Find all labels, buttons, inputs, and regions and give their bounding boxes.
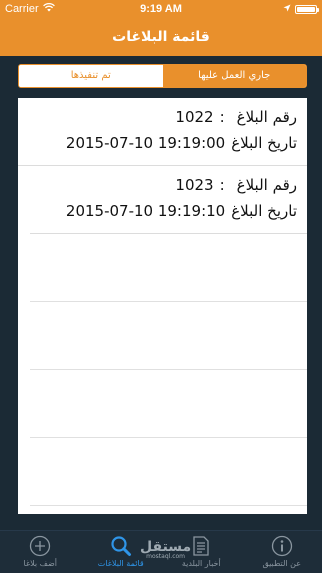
report-number: 1023 xyxy=(175,176,213,194)
watermark-main: مستقل xyxy=(140,540,191,554)
report-date-line: تاريخ البلاغ 2015-07-10 19:19:10 xyxy=(30,198,307,224)
status-segmented-control: تم تنفيذها جاري العمل عليها xyxy=(18,64,307,88)
report-row[interactable]: رقم البلاغ:1022 تاريخ البلاغ 2015-07-10 1… xyxy=(18,98,307,166)
battery-icon xyxy=(295,5,317,14)
report-number-line: رقم البلاغ:1023 xyxy=(30,166,307,198)
report-number-label: رقم البلاغ xyxy=(237,176,297,194)
tab-label: عن التطبيق xyxy=(262,559,301,568)
status-right xyxy=(283,3,317,15)
plus-circle-icon xyxy=(29,535,51,557)
segment-in-progress[interactable]: جاري العمل عليها xyxy=(163,65,307,87)
tab-label: قائمة البلاغات xyxy=(98,559,144,568)
report-date-line: تاريخ البلاغ 2015-07-10 19:19:00 xyxy=(30,130,307,156)
report-number-separator: : xyxy=(220,176,225,194)
page-title: قائمة البلاغات xyxy=(112,29,210,45)
tab-about-app[interactable]: عن التطبيق xyxy=(242,531,322,573)
empty-row xyxy=(30,302,307,370)
search-icon xyxy=(110,535,132,557)
report-date-label: تاريخ البلاغ xyxy=(231,202,297,220)
tab-add-report[interactable]: أضف بلاغا xyxy=(0,531,81,573)
report-number: 1022 xyxy=(175,108,213,126)
report-number-separator: : xyxy=(220,108,225,126)
reports-list: رقم البلاغ:1022 تاريخ البلاغ2015-07-10 1… xyxy=(18,98,307,514)
report-date: 2015-07-10 19:19:00 xyxy=(66,134,225,152)
empty-row xyxy=(30,234,307,302)
document-icon xyxy=(190,535,212,557)
report-number-line: رقم البلاغ:1022 xyxy=(30,98,307,130)
segment-completed[interactable]: تم تنفيذها xyxy=(19,65,163,87)
report-number-label: رقم البلاغ xyxy=(237,108,297,126)
status-bar: Carrier 9:19 AM xyxy=(0,0,322,20)
watermark: مستقل mostaql.com xyxy=(140,540,191,560)
location-arrow-icon xyxy=(283,3,291,15)
report-date: 2015-07-10 19:19:10 xyxy=(66,202,225,220)
watermark-sub: mostaql.com xyxy=(140,554,191,560)
info-icon xyxy=(271,535,293,557)
empty-row xyxy=(30,506,307,514)
tab-label: أضف بلاغا xyxy=(24,559,57,568)
report-date-label: تاريخ البلاغ xyxy=(231,134,297,152)
tab-label: أخبار البلدية xyxy=(182,559,221,568)
empty-row xyxy=(30,370,307,438)
status-time: 9:19 AM xyxy=(0,3,322,15)
report-row[interactable]: رقم البلاغ:1023 تاريخ البلاغ 2015-07-10 1… xyxy=(30,166,307,234)
nav-bar: قائمة البلاغات xyxy=(0,20,322,56)
empty-row xyxy=(30,438,307,506)
